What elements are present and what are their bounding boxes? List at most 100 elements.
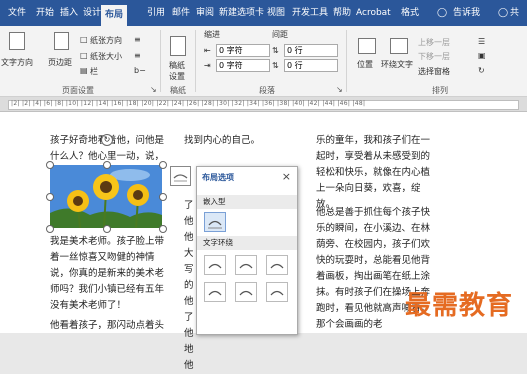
close-icon[interactable]: × <box>282 170 291 183</box>
text-direction-icon[interactable] <box>9 32 25 50</box>
tab-format[interactable]: 格式 <box>399 0 421 26</box>
tab-new[interactable]: 新建选项卡 <box>217 0 266 26</box>
spacing-label: 间距 <box>272 30 288 39</box>
square-wrap-icon <box>208 263 222 269</box>
col1-bottom-text: 我是美术老师。孩子脸上带着一丝惊喜又吻健的神情说，你真的是新来的美术老师吗？我们… <box>50 236 165 311</box>
orientation-button[interactable]: 纸张方向 <box>90 35 122 46</box>
ribbon-tab-bar: 文件 开始 插入 设计 布局 引用 邮件 审阅 新建选项卡 视图 开发工具 帮助… <box>0 0 527 26</box>
hyphenation-icon[interactable]: b− <box>134 66 146 75</box>
behind-text-icon <box>239 290 253 296</box>
tab-help[interactable]: 帮助 <box>331 0 353 26</box>
tab-acrobat[interactable]: Acrobat <box>354 0 393 26</box>
draft-group-label: 稿纸 <box>170 86 186 95</box>
separator <box>160 30 161 92</box>
tab-insert[interactable]: 插入 <box>58 0 80 26</box>
dialog-launcher-icon[interactable]: ↘ <box>336 85 343 94</box>
indent-left-icon: ⇤ <box>204 46 211 55</box>
resize-handle[interactable] <box>159 161 167 169</box>
sunflower-illustration <box>50 165 162 228</box>
tab-developer[interactable]: 开发工具 <box>290 0 330 26</box>
spacing-after-icon: ⇅ <box>272 61 279 70</box>
share-button[interactable]: 共 <box>508 0 521 26</box>
position-icon[interactable] <box>358 38 376 54</box>
spacing-before-input[interactable] <box>284 44 338 57</box>
spacing-before-icon: ⇅ <box>272 46 279 55</box>
inline-with-text-option[interactable] <box>204 212 226 232</box>
sunflower-picture[interactable] <box>50 165 162 228</box>
dialog-launcher-icon[interactable]: ↘ <box>150 85 157 94</box>
page-setup-group-label: 页面设置 <box>62 86 94 95</box>
behind-text-option[interactable] <box>235 282 257 302</box>
ruler-track: |2| |2| |4| |6| |8| |10| |12| |14| |16| … <box>8 100 519 110</box>
resize-handle[interactable] <box>103 161 111 169</box>
wrap-text-button[interactable]: 环绕文字 <box>381 59 413 70</box>
margins-button[interactable]: 页边距 <box>48 57 72 68</box>
col2-fragment-text: 了他他大写的他了他地他 <box>184 200 194 371</box>
bring-forward-button[interactable]: 上移一层 <box>418 37 450 48</box>
through-wrap-icon <box>270 263 284 269</box>
draft-settings-button[interactable]: 稿纸 设置 <box>169 60 185 82</box>
ruler-marks: |2| |2| |4| |6| |8| |10| |12| |14| |16| … <box>11 100 366 107</box>
resize-handle[interactable] <box>159 225 167 233</box>
columns-icon: ▤ <box>80 66 88 75</box>
tab-view[interactable]: 视图 <box>265 0 287 26</box>
resize-handle[interactable] <box>159 193 167 201</box>
wrap-section-header: 文字环绕 <box>197 236 297 250</box>
breaks-icon[interactable]: ≡ <box>134 35 141 44</box>
rotate-handle-icon[interactable]: ↻ <box>101 134 113 146</box>
layout-options-icon <box>173 174 188 182</box>
horizontal-ruler[interactable]: |2| |2| |4| |6| |8| |10| |12| |14| |16| … <box>0 97 527 112</box>
tab-review[interactable]: 审阅 <box>194 0 216 26</box>
separator <box>195 30 196 92</box>
send-backward-button[interactable]: 下移一层 <box>418 51 450 62</box>
indent-right-input[interactable] <box>216 59 270 72</box>
indent-right-icon: ⇥ <box>204 61 211 70</box>
wrap-text-icon[interactable] <box>390 38 408 54</box>
columns-button[interactable]: 栏 <box>90 66 98 77</box>
size-button[interactable]: 纸张大小 <box>90 51 122 62</box>
arrange-group-label: 排列 <box>432 86 448 95</box>
size-icon: □ <box>80 51 88 60</box>
resize-handle[interactable] <box>46 225 54 233</box>
col1-last-text: 他看着孩子，那闪动点着头 <box>50 320 165 331</box>
col2-top-text: 找到内心的自己。 <box>184 135 261 146</box>
resize-handle[interactable] <box>46 161 54 169</box>
indent-left-input[interactable] <box>216 44 270 57</box>
tab-home[interactable]: 开始 <box>34 0 56 26</box>
tab-layout[interactable]: 布局 <box>101 5 128 26</box>
ribbon-layout: 文字方向 页边距 □ 纸张方向 □ 纸张大小 ▤ 栏 ≡ ≡ b− 页面设置 ↘… <box>0 26 527 97</box>
spacing-after-input[interactable] <box>284 59 338 72</box>
margins-icon[interactable] <box>54 32 69 50</box>
inline-section-header: 嵌入型 <box>197 195 297 209</box>
text-direction-button[interactable]: 文字方向 <box>1 57 33 68</box>
lightbulb-icon: ◯ <box>437 8 448 18</box>
top-bottom-wrap-option[interactable] <box>204 282 226 302</box>
pane-title: 布局选项 <box>202 173 234 182</box>
separator <box>346 30 347 92</box>
tight-wrap-option[interactable] <box>235 255 257 275</box>
rotate-icon[interactable]: ↻ <box>478 66 485 75</box>
line-numbers-icon[interactable]: ≡ <box>134 51 141 60</box>
through-wrap-option[interactable] <box>266 255 288 275</box>
top-bottom-wrap-icon <box>208 290 222 296</box>
indent-label: 缩进 <box>204 30 220 39</box>
tell-me-box[interactable]: 告诉我 <box>451 0 482 26</box>
in-front-of-text-option[interactable] <box>266 282 288 302</box>
paragraph-group-label: 段落 <box>259 86 275 95</box>
tab-design[interactable]: 设计 <box>81 0 103 26</box>
align-icon[interactable]: ☰ <box>478 37 485 46</box>
tight-wrap-icon <box>239 263 253 269</box>
draft-icon[interactable] <box>170 36 186 56</box>
col3-text-a: 乐的童年，我和孩子们在一起时，享受着从未感受到的轻松和快乐，就像在内心植上一朵向… <box>316 135 431 210</box>
resize-handle[interactable] <box>46 193 54 201</box>
tab-references[interactable]: 引用 <box>145 0 167 26</box>
layout-options-button[interactable] <box>170 166 191 186</box>
position-button[interactable]: 位置 <box>357 59 373 70</box>
in-front-wrap-icon <box>270 290 284 296</box>
selection-pane-button[interactable]: 选择窗格 <box>418 66 450 77</box>
resize-handle[interactable] <box>103 225 111 233</box>
tab-mailings[interactable]: 邮件 <box>170 0 192 26</box>
square-wrap-option[interactable] <box>204 255 226 275</box>
group-icon[interactable]: ▣ <box>478 51 486 60</box>
tab-file[interactable]: 文件 <box>6 0 28 26</box>
